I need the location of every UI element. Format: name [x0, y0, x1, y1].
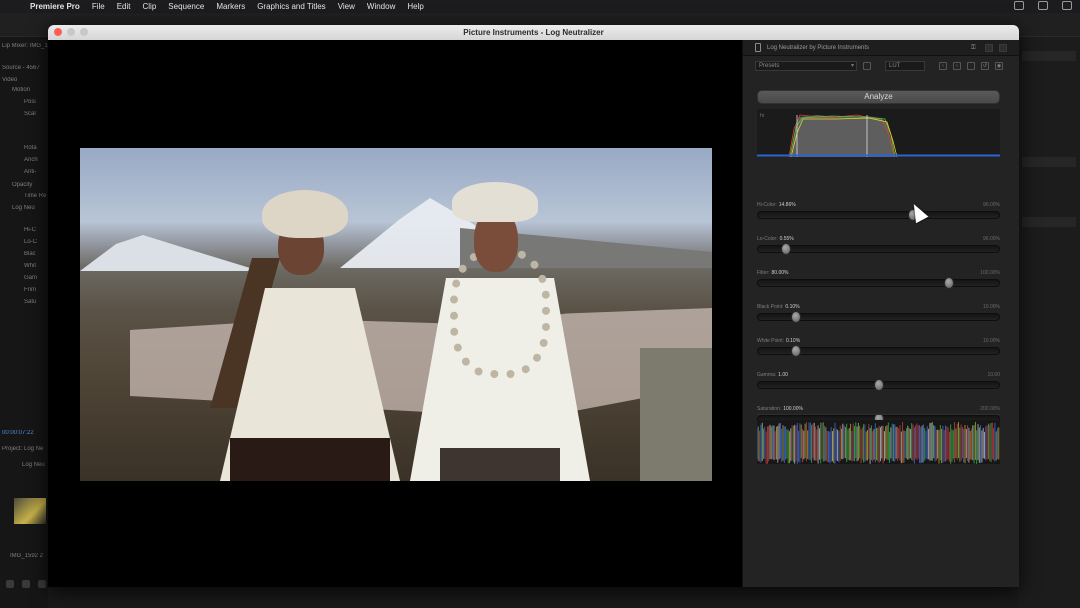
rgb-parade-scope — [757, 420, 1000, 464]
slider-value[interactable]: 80.00% — [772, 270, 789, 276]
slider-label: Filter: 80.00% — [757, 270, 789, 276]
slider-value[interactable]: 0.10% — [785, 304, 799, 310]
slider-track[interactable] — [757, 245, 1000, 253]
premiere-tool-icons — [6, 580, 46, 588]
grid-icon[interactable] — [38, 580, 46, 588]
histogram-label: hi — [760, 113, 764, 119]
status-icons — [1014, 1, 1072, 10]
window-titlebar[interactable]: Picture Instruments - Log Neutralizer — [48, 25, 1019, 40]
save-preset-icon[interactable] — [863, 62, 871, 70]
menu-graphics-titles[interactable]: Graphics and Titles — [257, 2, 325, 11]
histogram: hi — [757, 109, 1000, 157]
menu-edit[interactable]: Edit — [117, 2, 131, 11]
reset-icon[interactable]: ↺ — [981, 62, 989, 70]
slider-max: 10.00 — [987, 372, 1000, 378]
slider-max: 10.00% — [983, 304, 1000, 310]
slider-white-point[interactable]: White Point: 0.10% 10.00% — [757, 338, 1000, 360]
image-viewer — [48, 40, 742, 587]
slider-max: 100.00% — [980, 270, 1000, 276]
close-window-button[interactable] — [54, 28, 62, 36]
preset-placeholder: Presets — [759, 63, 780, 69]
slider-value[interactable]: 0.55% — [780, 236, 794, 242]
status-icon[interactable] — [1062, 1, 1072, 10]
plugin-window: Picture Instruments - Log Neutralizer Lo… — [48, 25, 1019, 587]
lut-select[interactable]: LUT — [885, 61, 925, 71]
slider-track[interactable] — [757, 211, 1000, 219]
project-tab[interactable]: Project: Log Ne — [2, 446, 48, 452]
chevron-down-icon: ▾ — [850, 63, 854, 69]
menu-help[interactable]: Help — [407, 2, 423, 11]
slider-value[interactable]: 1.00 — [778, 372, 788, 378]
zoom-window-button[interactable] — [80, 28, 88, 36]
pencil-icon[interactable] — [6, 580, 14, 588]
slider-hi-color[interactable]: Hi-Color: 14.86% 90.00% — [757, 202, 1000, 224]
slider-max: 90.00% — [983, 202, 1000, 208]
slider-max: 200.00% — [980, 406, 1000, 412]
menu-sequence[interactable]: Sequence — [168, 2, 204, 11]
redo-icon[interactable]: › — [953, 62, 961, 70]
panel-row: Lip Mixer: IMG_1 — [2, 43, 48, 49]
slider-label: Black Point: 0.10% — [757, 304, 800, 310]
slider-max: 90.00% — [983, 236, 1000, 242]
slider-label: Lo-Color: 0.55% — [757, 236, 794, 242]
timecode[interactable]: 00:00:07:22 — [2, 430, 48, 436]
premiere-right-panel — [1018, 37, 1080, 608]
key-icon[interactable]: ⚿ — [971, 45, 976, 52]
slider-label: Saturation: 100.00% — [757, 406, 803, 412]
status-icon[interactable] — [1038, 1, 1048, 10]
slider-track[interactable] — [757, 279, 1000, 287]
clip-thumbnail[interactable] — [14, 498, 46, 524]
eye-icon[interactable]: ◉ — [995, 62, 1003, 70]
slider-max: 10.00% — [983, 338, 1000, 344]
panel-option-button[interactable] — [985, 44, 993, 52]
preview-image — [80, 148, 712, 481]
menu-clip[interactable]: Clip — [143, 2, 157, 11]
menu-markers[interactable]: Markers — [216, 2, 245, 11]
status-icon[interactable] — [1014, 1, 1024, 10]
undo-icon[interactable]: ‹ — [939, 62, 947, 70]
slider-handle[interactable] — [943, 277, 954, 289]
panel-menu-button[interactable] — [999, 44, 1007, 52]
slider-label: Hi-Color: 14.86% — [757, 202, 796, 208]
slider-handle[interactable] — [781, 243, 792, 255]
panel-title: Log Neutralizer by Picture Instruments — [767, 45, 870, 51]
panel-header: Log Neutralizer by Picture Instruments ⚿ — [743, 40, 1019, 56]
compare-icon[interactable] — [967, 62, 975, 70]
window-title: Picture Instruments - Log Neutralizer — [463, 28, 604, 37]
menu-file[interactable]: File — [92, 2, 105, 11]
log-neutralizer-panel: Log Neutralizer by Picture Instruments ⚿… — [742, 40, 1019, 587]
panel-toolbar: Presets ▾ LUT ‹ › ↺ ◉ — [743, 58, 1019, 74]
lut-label: LUT — [889, 63, 901, 69]
preset-select[interactable]: Presets ▾ — [755, 61, 857, 71]
slider-handle[interactable] — [790, 345, 801, 357]
menu-bar: Premiere Pro File Edit Clip Sequence Mar… — [0, 0, 1080, 13]
slider-filter[interactable]: Filter: 80.00% 100.00% — [757, 270, 1000, 292]
slider-black-point[interactable]: Black Point: 0.10% 10.00% — [757, 304, 1000, 326]
toolbar-strip — [1022, 217, 1076, 227]
slider-label: Gamma: 1.00 — [757, 372, 788, 378]
toolbar-strip — [1022, 51, 1076, 61]
panel-row: Video — [2, 77, 18, 83]
slider-gamma[interactable]: Gamma: 1.00 10.00 — [757, 372, 1000, 394]
slider-handle[interactable] — [873, 379, 884, 391]
menu-window[interactable]: Window — [367, 2, 395, 11]
slider-handle[interactable] — [790, 311, 801, 323]
effect-controls-panel: Lip Mixer: IMG_1 Source - 4567 Video Mot… — [0, 37, 48, 608]
slider-value[interactable]: 100.00% — [783, 406, 803, 412]
slider-value[interactable]: 14.86% — [779, 202, 796, 208]
minimize-window-button[interactable] — [67, 28, 75, 36]
menu-app-name[interactable]: Premiere Pro — [30, 2, 80, 11]
toolbar-strip — [1022, 157, 1076, 167]
slider-lo-color[interactable]: Lo-Color: 0.55% 90.00% — [757, 236, 1000, 258]
slider-value[interactable]: 0.10% — [786, 338, 800, 344]
slider-label: White Point: 0.10% — [757, 338, 801, 344]
menu-view[interactable]: View — [338, 2, 355, 11]
analyze-button[interactable]: Analyze — [757, 90, 1000, 104]
panel-row: Source - 4567 — [2, 65, 40, 71]
list-icon[interactable] — [22, 580, 30, 588]
document-icon — [755, 43, 761, 52]
divider — [757, 414, 1000, 415]
